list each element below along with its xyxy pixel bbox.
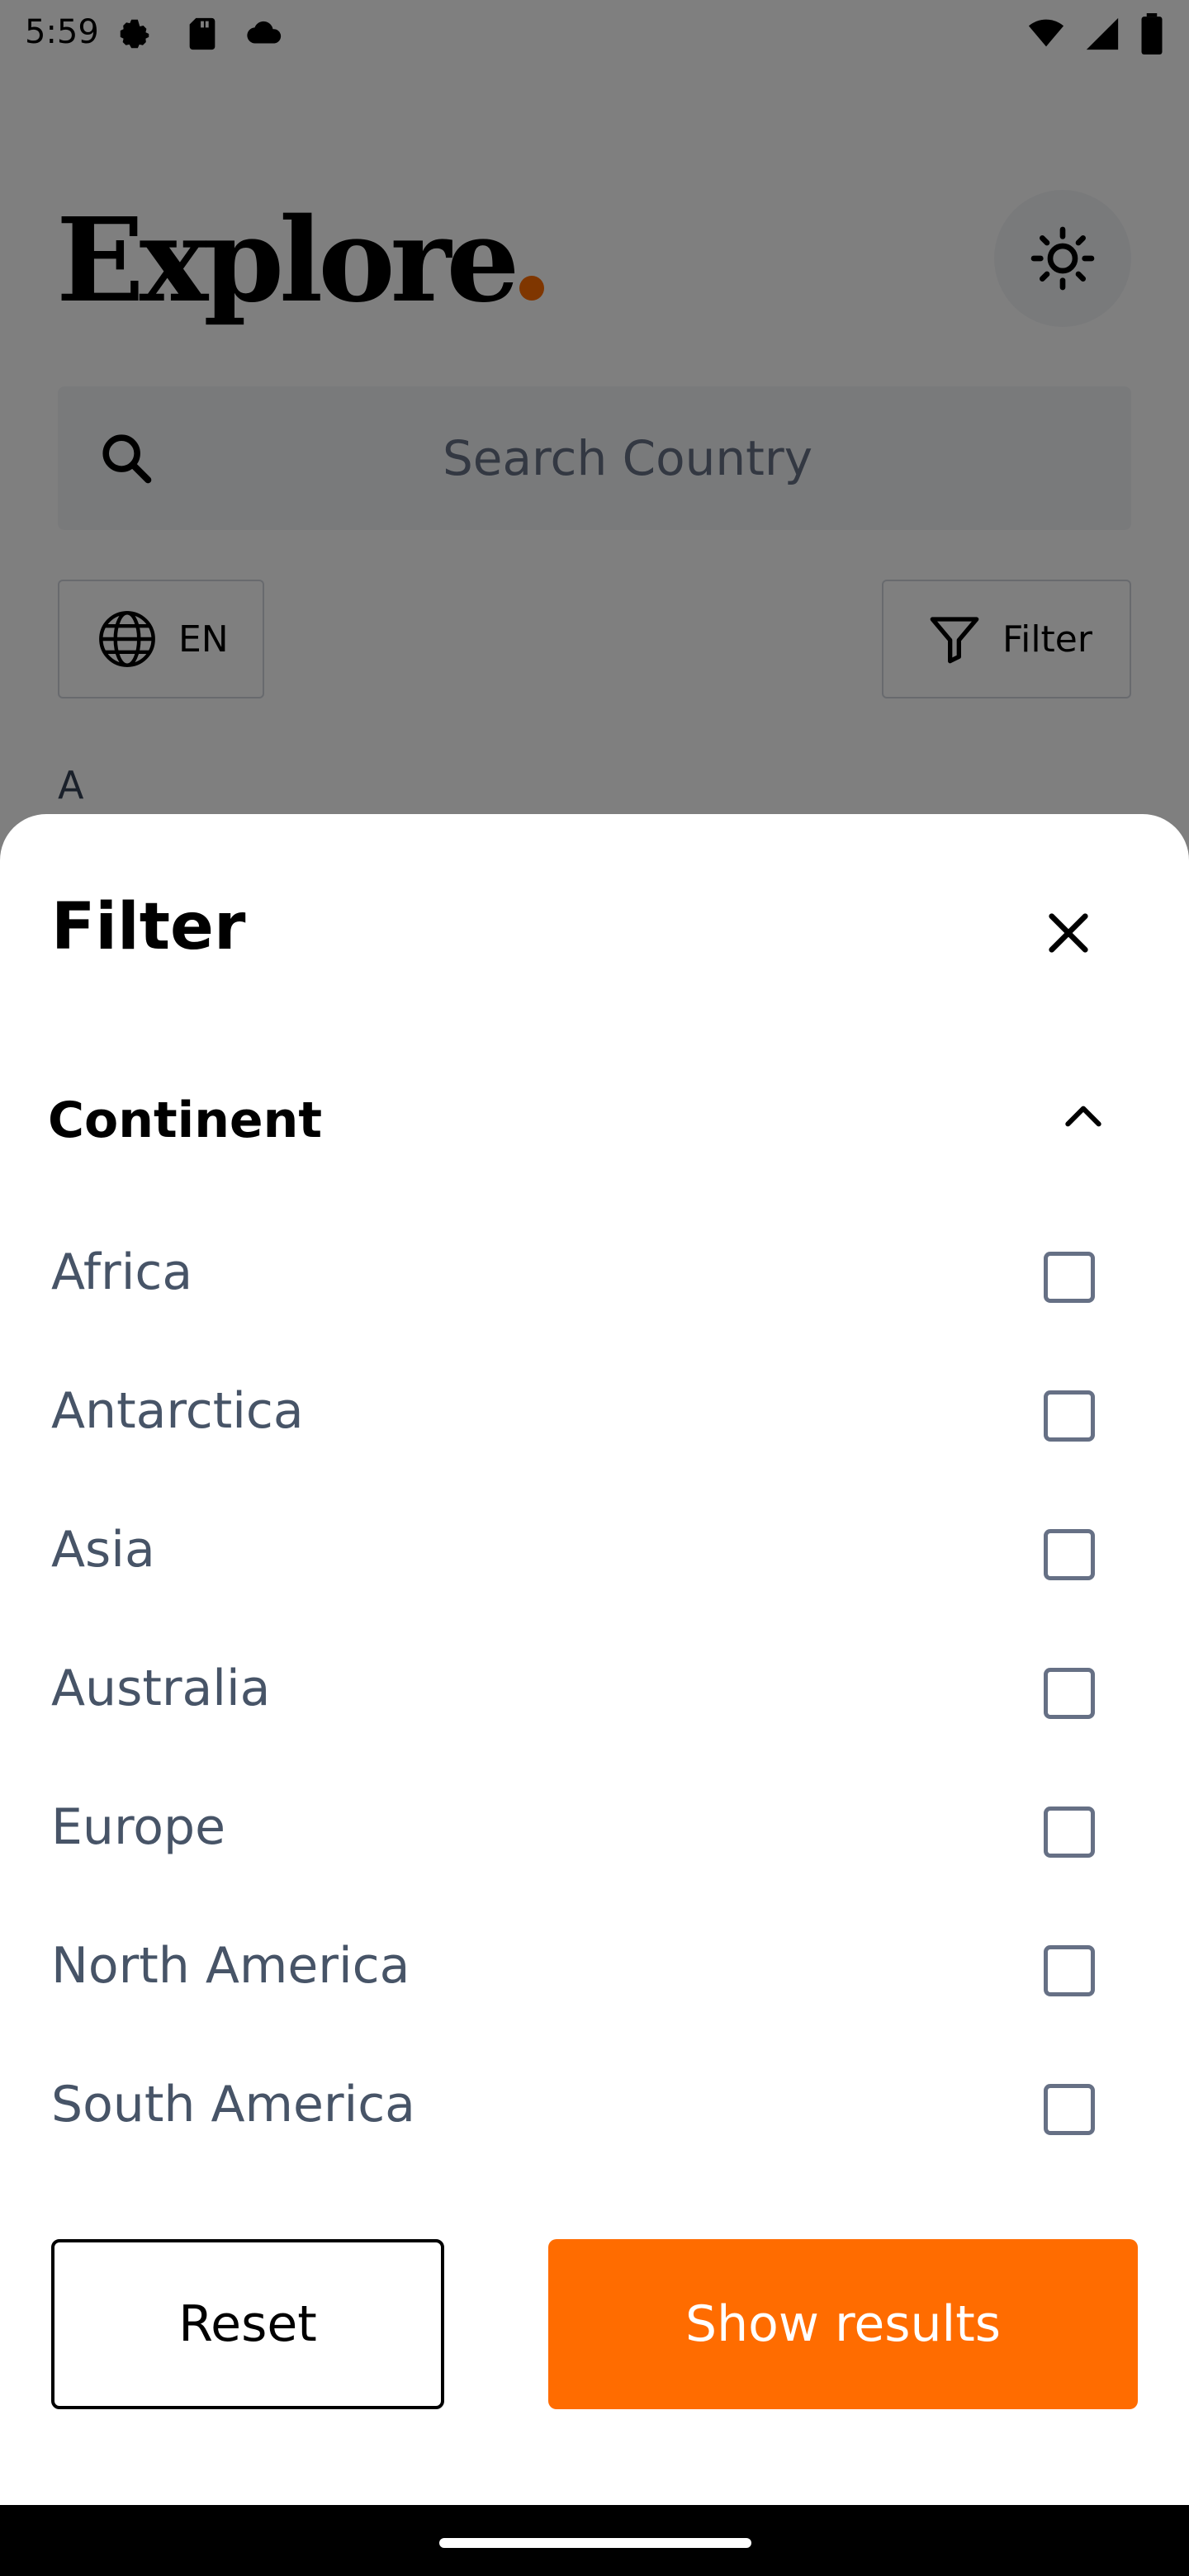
checkbox[interactable]: [1044, 1945, 1095, 1996]
system-nav-bar: [0, 2505, 1189, 2576]
reset-button[interactable]: Reset: [51, 2239, 444, 2409]
checkbox[interactable]: [1044, 1529, 1095, 1580]
continent-option-list: Africa Antarctica Asia Australia Europe …: [0, 1235, 1189, 2206]
option-label: Australia: [51, 1660, 271, 1717]
option-africa[interactable]: Africa: [0, 1235, 1189, 1374]
option-label: South America: [51, 2076, 415, 2133]
option-north-america[interactable]: North America: [0, 1929, 1189, 2067]
option-asia[interactable]: Asia: [0, 1513, 1189, 1651]
continent-section-header[interactable]: Continent: [0, 1062, 1189, 1177]
option-europe[interactable]: Europe: [0, 1790, 1189, 1929]
home-gesture-handle[interactable]: [439, 2538, 751, 2548]
close-icon: [1049, 913, 1088, 953]
option-antarctica[interactable]: Antarctica: [0, 1374, 1189, 1513]
checkbox[interactable]: [1044, 1252, 1095, 1303]
checkbox[interactable]: [1044, 1668, 1095, 1719]
section-label: Continent: [48, 1091, 323, 1149]
show-results-button[interactable]: Show results: [548, 2239, 1138, 2409]
option-label: Africa: [51, 1243, 193, 1301]
option-label: Asia: [51, 1521, 155, 1579]
close-button[interactable]: [1029, 893, 1108, 973]
option-label: Antarctica: [51, 1382, 304, 1440]
option-label: Europe: [51, 1798, 225, 1856]
checkbox[interactable]: [1044, 2084, 1095, 2135]
filter-bottom-sheet: Filter Continent Africa Antarctica Asia …: [0, 814, 1189, 2505]
option-australia[interactable]: Australia: [0, 1651, 1189, 1790]
checkbox[interactable]: [1044, 1807, 1095, 1858]
option-south-america[interactable]: South America: [0, 2067, 1189, 2206]
option-label: North America: [51, 1937, 410, 1995]
chevron-up-icon: [1065, 1106, 1101, 1127]
sheet-title: Filter: [51, 890, 246, 964]
checkbox[interactable]: [1044, 1390, 1095, 1442]
